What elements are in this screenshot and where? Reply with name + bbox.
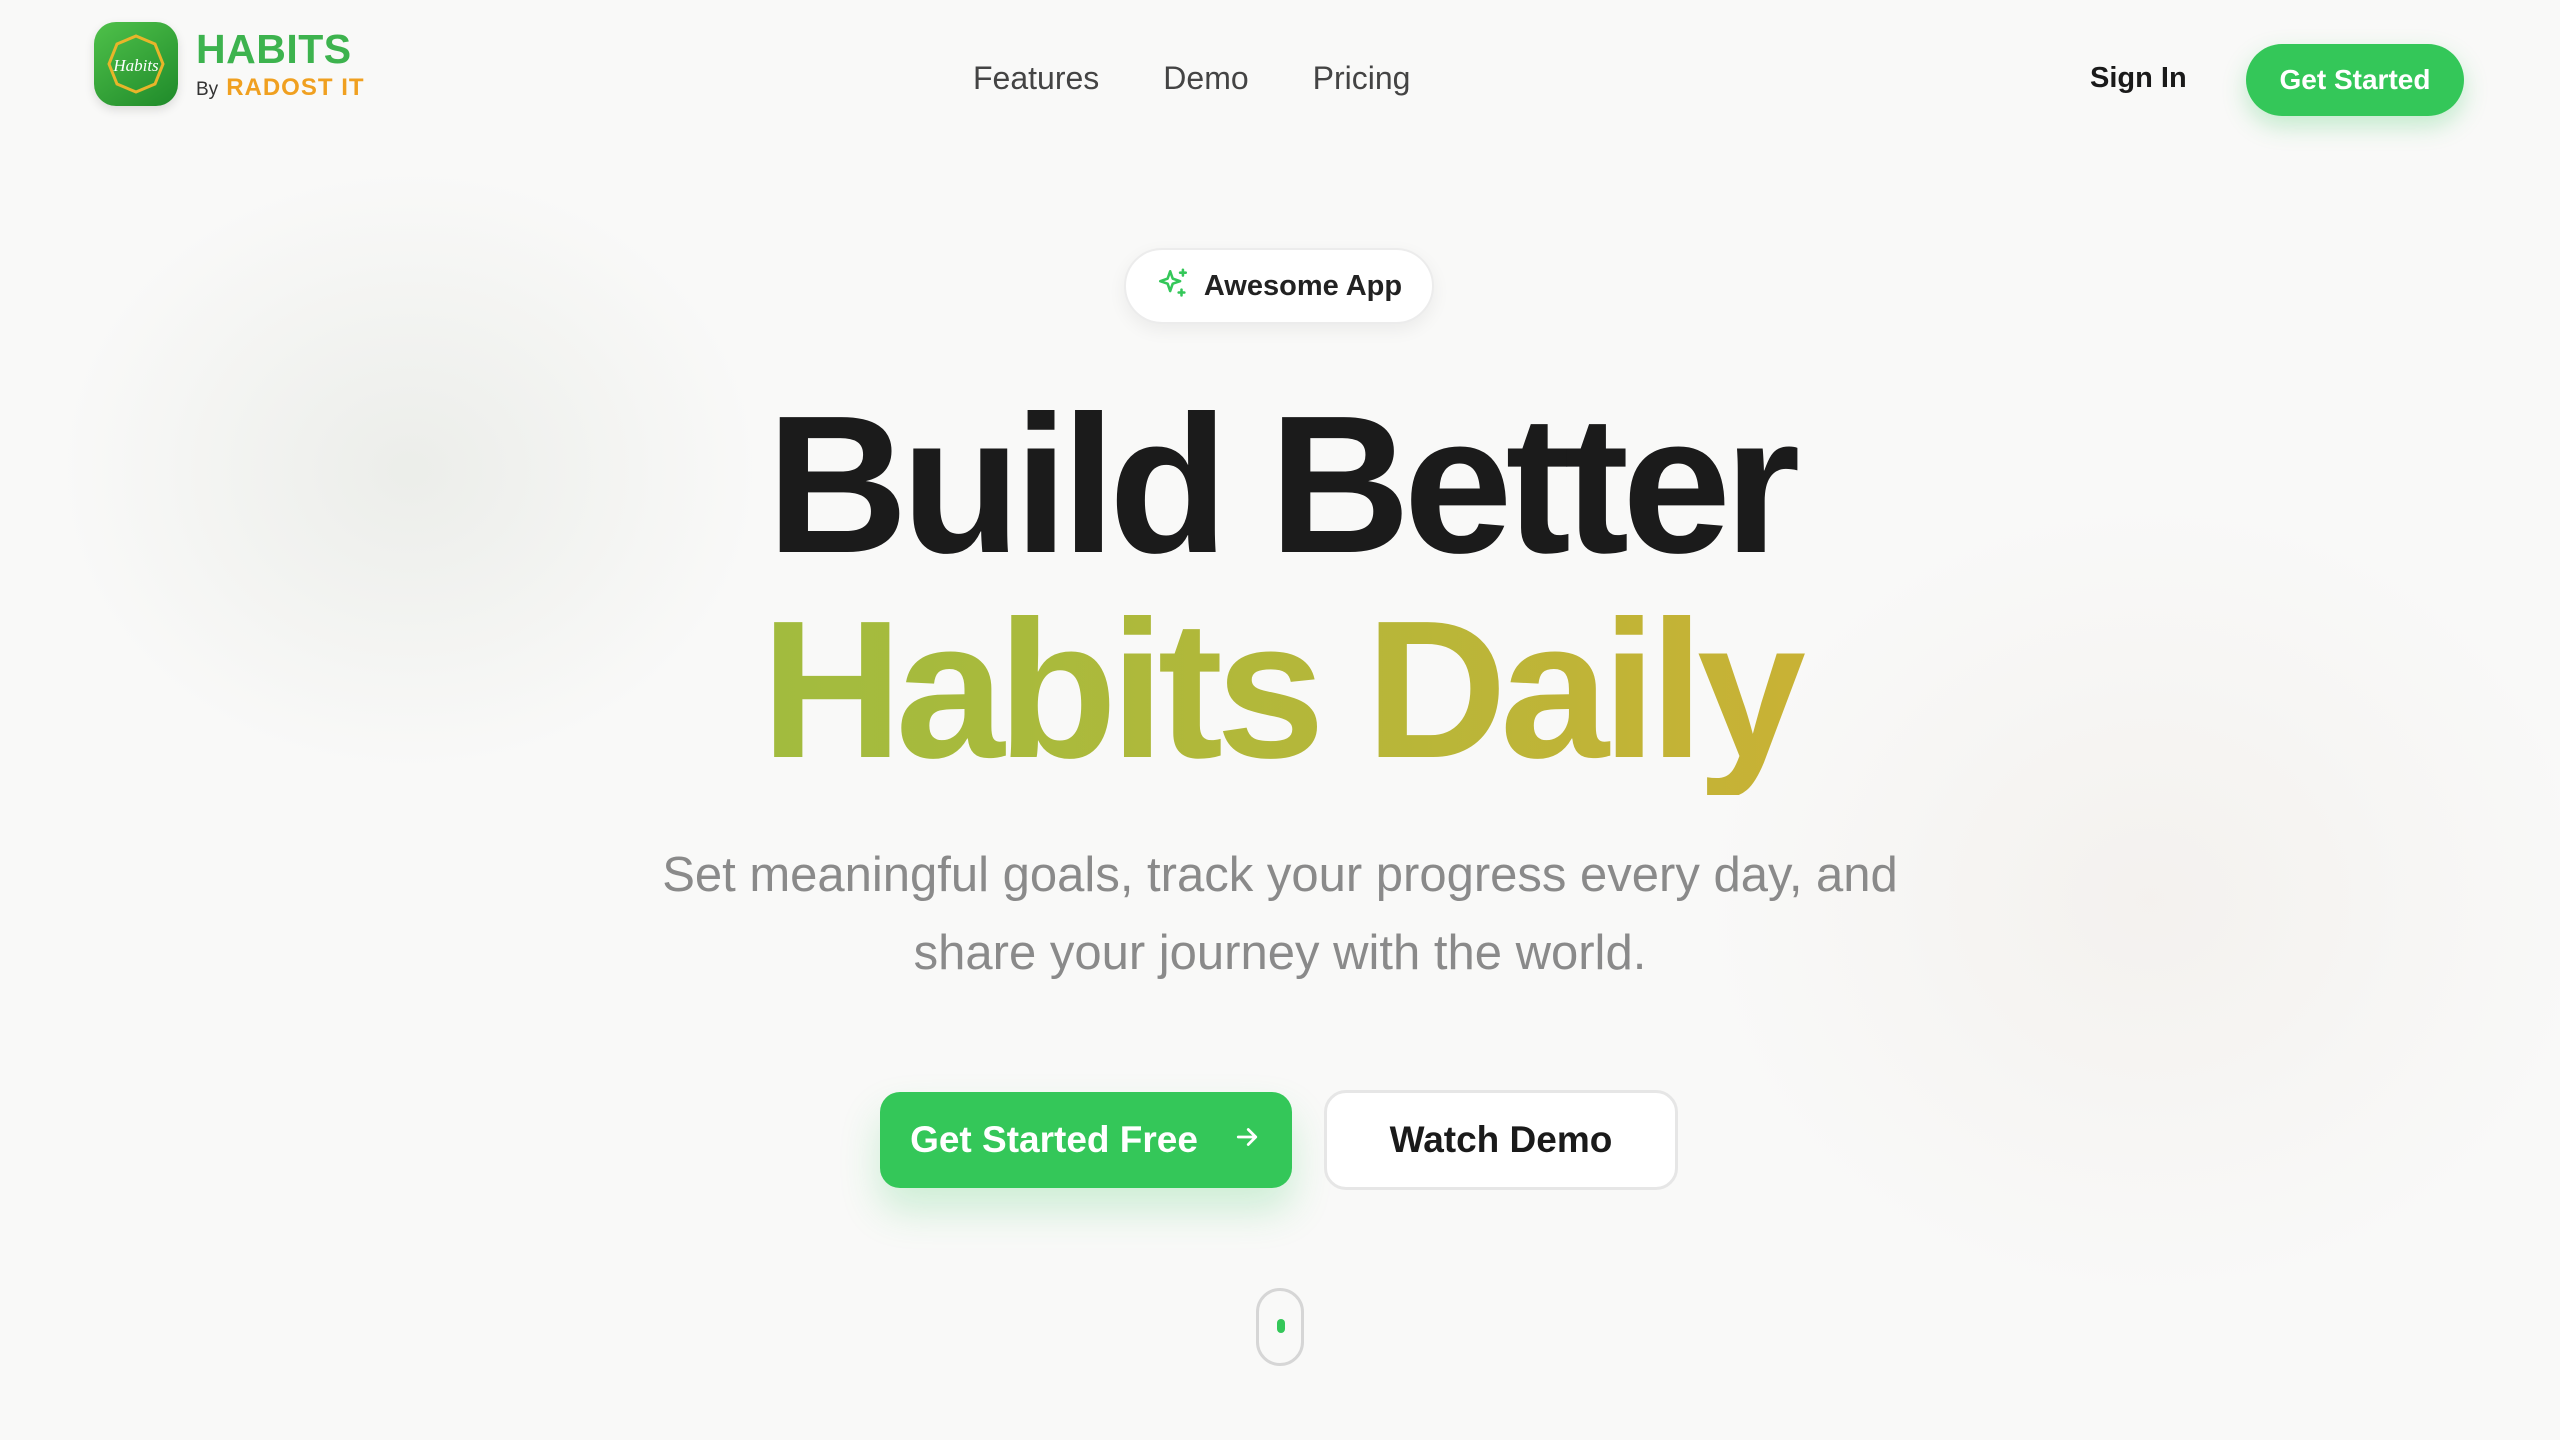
headline-line-1: Build Better bbox=[766, 375, 1801, 594]
get-started-free-button[interactable]: Get Started Free bbox=[880, 1092, 1292, 1188]
landing-page: Habits HABITS By RADOST IT Features Demo… bbox=[0, 0, 2560, 1440]
nav-link-pricing[interactable]: Pricing bbox=[1313, 60, 1411, 97]
subtitle-line-1: Set meaningful goals, track your progres… bbox=[662, 848, 1898, 902]
watch-demo-button[interactable]: Watch Demo bbox=[1324, 1090, 1678, 1190]
get-started-free-label: Get Started Free bbox=[910, 1119, 1198, 1160]
scroll-indicator[interactable] bbox=[1256, 1288, 1304, 1366]
site-header: Habits HABITS By RADOST IT Features Demo… bbox=[0, 0, 2560, 160]
brand-name: HABITS bbox=[196, 25, 352, 72]
hero-badge: Awesome App bbox=[1124, 248, 1434, 324]
brand-byline: By RADOST IT bbox=[196, 73, 365, 101]
brand-logo-link[interactable]: Habits HABITS By RADOST IT bbox=[94, 22, 365, 106]
hero-subtitle: Set meaningful goals, track your progres… bbox=[560, 836, 2000, 992]
brand-text: HABITS By RADOST IT bbox=[196, 25, 365, 101]
brand-company: RADOST IT bbox=[226, 73, 365, 101]
hero-badge-label: Awesome App bbox=[1203, 269, 1403, 302]
main-nav: Features Demo Pricing bbox=[973, 60, 1410, 97]
sign-in-link[interactable]: Sign In bbox=[2090, 62, 2187, 95]
scroll-indicator-dot bbox=[1277, 1319, 1285, 1333]
nav-link-demo[interactable]: Demo bbox=[1163, 60, 1248, 97]
get-started-button[interactable]: Get Started bbox=[2246, 44, 2464, 116]
nav-link-features[interactable]: Features bbox=[973, 60, 1099, 97]
app-logo-icon: Habits bbox=[94, 22, 178, 106]
sparkles-icon bbox=[1156, 267, 1190, 306]
hero-headline: Build Better Habits Daily bbox=[0, 385, 2560, 795]
arrow-right-icon bbox=[1232, 1119, 1262, 1161]
subtitle-line-2: share your journey with the world. bbox=[913, 926, 1647, 980]
headline-line-2: Habits Daily bbox=[0, 585, 2560, 795]
logo-mark-text: Habits bbox=[112, 56, 159, 75]
brand-by-label: By bbox=[196, 78, 219, 100]
